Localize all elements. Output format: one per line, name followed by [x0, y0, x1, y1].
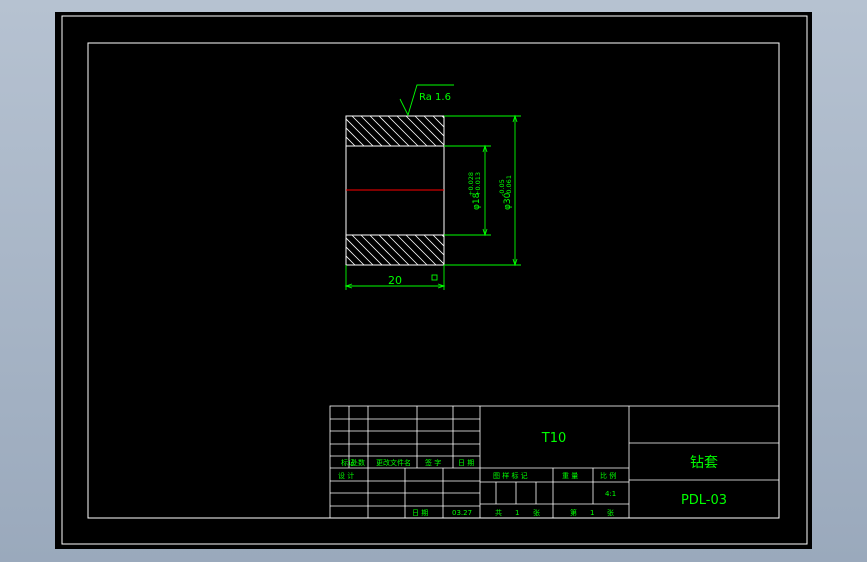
- hatch-line: [351, 116, 383, 146]
- drawing-number: PDL-03: [681, 493, 727, 508]
- hatch-line: [396, 235, 428, 265]
- roughness-label: Ra 1.6: [419, 92, 451, 103]
- rev-header-count: 处数: [351, 458, 365, 467]
- stage-label: 图 样 标 记: [493, 471, 528, 480]
- hatch-line: [451, 235, 481, 265]
- outer-tol-lower: -0.061: [505, 175, 513, 196]
- hatch-line: [423, 235, 444, 256]
- base-mark: [431, 274, 438, 281]
- scale-label: 比 例: [600, 471, 616, 480]
- date-label: 日 期: [412, 509, 428, 517]
- hatch-line: [346, 264, 347, 265]
- material-label: T10: [541, 431, 566, 446]
- hatch-line: [432, 235, 444, 247]
- hatch-line: [346, 127, 365, 146]
- hatch-line: [351, 235, 383, 265]
- part-name: 钻套: [690, 455, 718, 471]
- hatch-line: [346, 255, 356, 265]
- hatch-line: [423, 116, 444, 137]
- hatch-line: [441, 116, 444, 119]
- hatch-top: [346, 116, 499, 146]
- hatch-line: [432, 116, 444, 128]
- sheet-label: 第: [570, 508, 577, 517]
- hatch-line: [405, 235, 437, 265]
- hatch-line: [346, 145, 347, 146]
- length-dimension: 20: [388, 274, 402, 287]
- drawing-canvas: Ra 1.6 20 φ18 +0.028 +0.013 φ30 -0.05 -0…: [61, 15, 808, 545]
- scale-value: 4:1: [605, 490, 616, 498]
- hatch-line: [360, 235, 392, 265]
- cad-viewport[interactable]: Ra 1.6 20 φ18 +0.028 +0.013 φ30 -0.05 -0…: [55, 12, 812, 549]
- hatch-line: [387, 235, 419, 265]
- hatch-line: [369, 116, 401, 146]
- inner-border: [87, 42, 780, 519]
- sheet-number: 1: [590, 509, 594, 517]
- total-count: 1: [515, 509, 519, 517]
- sheet-unit-2: 张: [607, 508, 614, 517]
- hatch-line: [378, 235, 410, 265]
- rev-header-file: 更改文件名: [376, 458, 411, 467]
- hatch-line: [460, 116, 490, 146]
- hatch-line: [460, 235, 490, 265]
- hatch-line: [414, 116, 444, 146]
- hatch-line: [378, 116, 410, 146]
- hatch-line: [346, 246, 365, 265]
- inner-tol-lower: +0.013: [474, 172, 482, 196]
- hatch-line: [346, 237, 374, 265]
- total-label: 共: [495, 508, 502, 517]
- hatch-line: [346, 118, 374, 146]
- design-label: 设 计: [338, 471, 354, 480]
- hatch-line: [469, 235, 499, 265]
- rev-header-sign: 签 字: [425, 458, 441, 467]
- hatch-line: [387, 116, 419, 146]
- hatch-line: [405, 116, 437, 146]
- hatch-line: [451, 116, 481, 146]
- hatch-line: [441, 235, 444, 238]
- hatch-line: [360, 116, 392, 146]
- hatch-line: [414, 235, 444, 265]
- weight-label: 重 量: [562, 472, 578, 480]
- date-value: 03.27: [452, 509, 472, 517]
- hatch-line: [346, 136, 356, 146]
- sheet-unit: 张: [533, 508, 540, 517]
- rev-header-date: 日 期: [458, 459, 474, 467]
- hatch-line: [469, 116, 499, 146]
- hatch-bottom: [346, 235, 499, 265]
- hatch-line: [369, 235, 401, 265]
- hatch-line: [396, 116, 428, 146]
